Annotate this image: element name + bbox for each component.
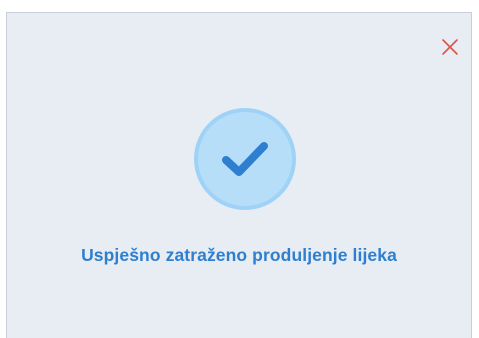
success-badge <box>194 108 296 210</box>
close-button[interactable] <box>441 38 459 56</box>
checkmark-icon <box>222 142 268 176</box>
close-icon <box>442 39 458 55</box>
success-dialog: Uspješno zatraženo produljenje lijeka <box>6 12 472 338</box>
success-message: Uspješno zatraženo produljenje lijeka <box>81 245 397 265</box>
success-badge-inner <box>198 112 292 206</box>
